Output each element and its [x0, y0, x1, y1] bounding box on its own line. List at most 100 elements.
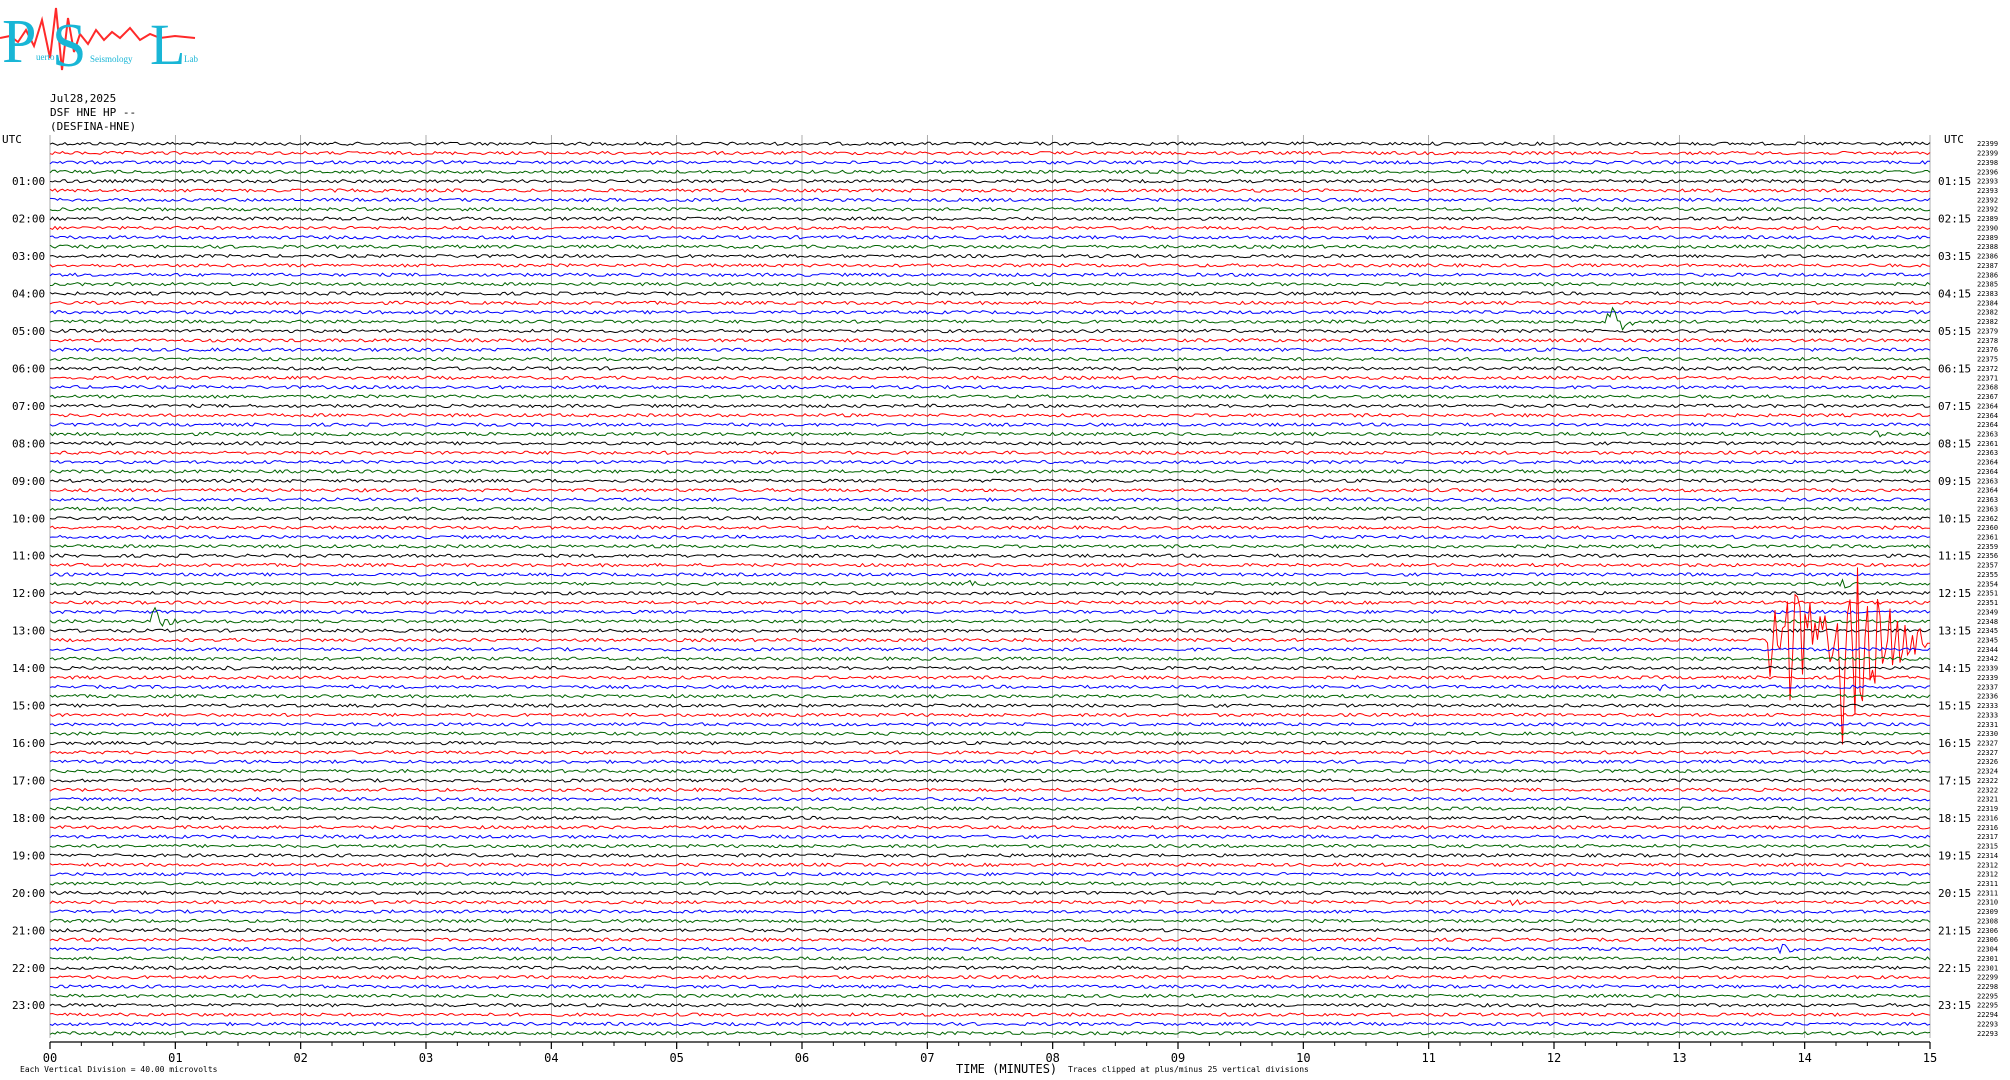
seismic-trace [49, 497, 1931, 502]
hour-label-left: 23:00 [12, 999, 45, 1012]
seismic-trace [49, 871, 1931, 877]
x-tick-label: 06 [795, 1051, 809, 1065]
trace-count-label: 22364 [1977, 487, 1998, 495]
trace-count-label: 22392 [1977, 196, 1998, 204]
trace-count-label: 22298 [1977, 983, 1998, 991]
seismic-trace [49, 693, 1931, 699]
seismic-trace [49, 703, 1931, 708]
seismic-trace [49, 347, 1931, 353]
seismic-trace [49, 169, 1931, 175]
helicorder-plot: UTC UTC 01:00 02:00 03:00 04:00 05:00 06:00 07:0… [2, 133, 1998, 1076]
seismic-trace [49, 515, 1931, 521]
seismic-trace [49, 984, 1931, 989]
seismic-trace [49, 309, 1931, 315]
trace-count-label: 22339 [1977, 674, 1998, 682]
hour-label-right: 15:15 [1938, 700, 1971, 713]
seismic-trace [49, 206, 1931, 212]
hour-label-right: 07:15 [1938, 400, 1971, 413]
trace-count-label: 22389 [1977, 234, 1998, 242]
trace-count-label: 22293 [1977, 1030, 1998, 1038]
seismic-trace [49, 525, 1930, 531]
seismic-trace [49, 712, 1931, 718]
seismic-trace [49, 412, 1931, 418]
trace-count-label: 22399 [1977, 140, 1998, 148]
x-tick-label: 04 [544, 1051, 558, 1065]
trace-count-label: 22398 [1977, 159, 1998, 167]
trace-count-label: 22362 [1977, 515, 1998, 523]
hour-label-left: 01:00 [12, 175, 45, 188]
x-tick-label: 09 [1171, 1051, 1185, 1065]
trace-count-label: 22324 [1977, 768, 1998, 776]
trace-count-label: 22330 [1977, 730, 1998, 738]
trace-count-label: 22308 [1977, 917, 1998, 925]
seismic-trace [49, 796, 1931, 802]
seismic-trace [49, 974, 1931, 980]
seismic-trace [49, 300, 1931, 306]
hour-label-left: 14:00 [12, 662, 45, 675]
seismic-trace [49, 843, 1931, 849]
x-tick-label: 02 [293, 1051, 307, 1065]
seismic-trace [49, 459, 1931, 465]
seismic-trace [49, 656, 1931, 662]
hour-label-left: 05:00 [12, 325, 45, 338]
seismic-trace [49, 606, 1931, 627]
trace-count-label: 22337 [1977, 683, 1998, 691]
trace-count-label: 22393 [1977, 178, 1998, 186]
trace-count-label: 22316 [1977, 814, 1998, 822]
seismic-trace [49, 787, 1930, 793]
x-tick-label: 15 [1923, 1051, 1937, 1065]
hour-label-left: 15:00 [12, 700, 45, 713]
trace-count-label: 22295 [1977, 1002, 1998, 1010]
seismic-trace [49, 721, 1931, 727]
hour-label-right: 03:15 [1938, 250, 1971, 263]
trace-count-label: 22383 [1977, 290, 1998, 298]
seismic-trace [49, 441, 1931, 446]
trace-count-label: 22355 [1977, 571, 1998, 579]
x-tick-label: 14 [1797, 1051, 1811, 1065]
x-tick-label: 01 [168, 1051, 182, 1065]
trace-count-label: 22363 [1977, 430, 1998, 438]
hour-label-left: 19:00 [12, 849, 45, 862]
seismic-trace [49, 188, 1931, 193]
seismic-trace [49, 683, 1931, 692]
right-axis-label: UTC [1944, 133, 1964, 146]
hour-label-left: 03:00 [12, 250, 45, 263]
trace-count-label: 22361 [1977, 440, 1998, 448]
hour-label-right: 22:15 [1938, 962, 1971, 975]
trace-count-label: 22295 [1977, 992, 1998, 1000]
trace-count-label: 22349 [1977, 608, 1998, 616]
seismic-trace [49, 815, 1931, 821]
x-tick-label: 11 [1421, 1051, 1435, 1065]
trace-count-label: 22382 [1977, 318, 1998, 326]
seismic-trace [49, 375, 1931, 381]
hour-label-right: 08:15 [1938, 437, 1971, 450]
seismic-trace [49, 197, 1931, 203]
trace-count-label: 22356 [1977, 552, 1998, 560]
seismic-trace [49, 943, 1931, 955]
seismic-trace [49, 834, 1931, 840]
seismic-trace [49, 628, 1931, 633]
seismic-trace [49, 768, 1931, 774]
seismic-trace [49, 553, 1931, 559]
seismic-trace [49, 272, 1931, 278]
seismic-trace [49, 824, 1931, 830]
trace-count-label: 22336 [1977, 693, 1998, 701]
seismic-trace [49, 937, 1930, 943]
hour-label-left: 07:00 [12, 400, 45, 413]
seismic-trace [49, 927, 1931, 933]
trace-count-label: 22306 [1977, 927, 1998, 935]
x-tick-label: 10 [1296, 1051, 1310, 1065]
trace-count-label: 22364 [1977, 402, 1998, 410]
hour-label-right: 09:15 [1938, 475, 1971, 488]
seismic-trace [49, 356, 1931, 362]
seismic-trace [49, 487, 1931, 493]
trace-count-label: 22364 [1977, 412, 1998, 420]
trace-count-label: 22388 [1977, 243, 1998, 251]
trace-count-label: 22311 [1977, 880, 1998, 888]
hour-label-right: 18:15 [1938, 812, 1971, 825]
seismic-trace [49, 160, 1931, 165]
trace-count-label: 22312 [1977, 871, 1998, 879]
trace-count-label: 22372 [1977, 365, 1998, 373]
clip-note: Traces clipped at plus/minus 25 vertical… [1068, 1065, 1309, 1074]
seismic-trace [49, 394, 1930, 399]
